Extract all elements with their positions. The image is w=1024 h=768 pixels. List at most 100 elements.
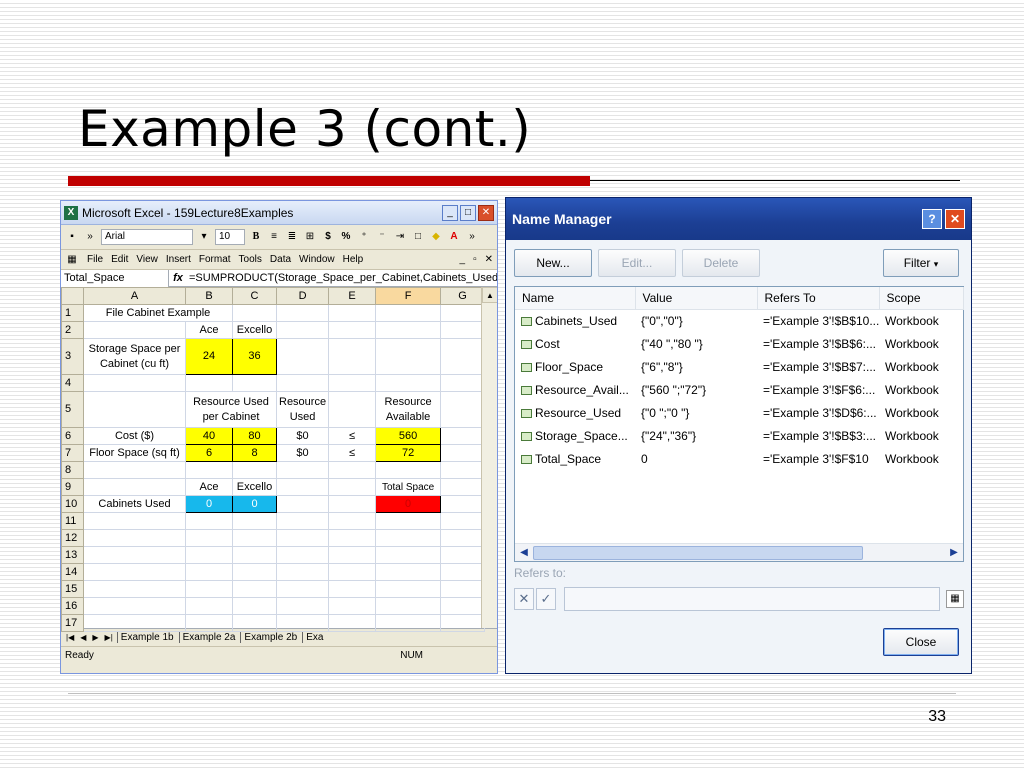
cell[interactable] bbox=[83, 461, 186, 479]
cell[interactable] bbox=[83, 321, 186, 339]
cell[interactable] bbox=[328, 391, 377, 428]
cell-b2[interactable]: Ace bbox=[185, 321, 233, 339]
menu-window[interactable]: Window bbox=[299, 254, 335, 265]
cell-b5[interactable]: Resource Used per Cabinet bbox=[185, 391, 277, 428]
cell-f10-selected[interactable]: 0 bbox=[375, 495, 442, 513]
sheet-tab-example-2b[interactable]: Example 2b bbox=[240, 632, 300, 643]
cell[interactable] bbox=[83, 597, 186, 615]
cell[interactable] bbox=[185, 580, 233, 598]
cell[interactable] bbox=[375, 374, 442, 392]
cell[interactable] bbox=[328, 512, 377, 530]
cell-d5[interactable]: Resource Used bbox=[275, 391, 330, 428]
cell[interactable] bbox=[328, 546, 377, 564]
col-header-a[interactable]: A bbox=[83, 287, 186, 305]
cell-b10[interactable]: 0 bbox=[185, 495, 233, 513]
minimize-icon[interactable]: _ bbox=[442, 204, 458, 221]
name-row[interactable]: Resource_Used {"0 ";"0 "} ='Example 3'!$… bbox=[515, 401, 963, 424]
fx-icon[interactable]: fx bbox=[169, 272, 187, 284]
cell[interactable] bbox=[185, 563, 233, 581]
cell[interactable] bbox=[275, 529, 330, 547]
row-header[interactable]: 9 bbox=[61, 478, 84, 496]
cell[interactable] bbox=[440, 529, 486, 547]
cell[interactable] bbox=[375, 563, 442, 581]
cell-a6[interactable]: Cost ($) bbox=[83, 427, 186, 445]
cell[interactable] bbox=[232, 374, 277, 392]
cell[interactable] bbox=[185, 461, 233, 479]
cell[interactable] bbox=[83, 563, 186, 581]
row-header[interactable]: 12 bbox=[61, 529, 84, 547]
row-header[interactable]: 3 bbox=[61, 338, 84, 375]
fill-color-icon[interactable]: ◆ bbox=[429, 230, 443, 244]
dialog-close-icon[interactable]: ✕ bbox=[945, 209, 965, 229]
cell[interactable] bbox=[83, 580, 186, 598]
col-header-g[interactable]: G bbox=[440, 287, 486, 305]
cell[interactable] bbox=[232, 512, 277, 530]
column-header-scope[interactable]: Scope bbox=[879, 287, 964, 310]
workbook-restore-icon[interactable]: ▫ bbox=[473, 254, 477, 265]
name-box[interactable]: Total_Space bbox=[61, 269, 169, 287]
cell[interactable] bbox=[375, 597, 442, 615]
cell[interactable] bbox=[83, 374, 186, 392]
cell[interactable] bbox=[83, 614, 186, 632]
cell[interactable] bbox=[275, 478, 330, 496]
row-header[interactable]: 5 bbox=[61, 391, 84, 428]
percent-button[interactable]: % bbox=[339, 230, 353, 244]
bold-button[interactable]: B bbox=[249, 230, 263, 244]
cell[interactable] bbox=[440, 495, 486, 513]
row-header[interactable]: 15 bbox=[61, 580, 84, 598]
cell[interactable] bbox=[440, 614, 486, 632]
cell-a10[interactable]: Cabinets Used bbox=[83, 495, 186, 513]
borders-icon[interactable]: □ bbox=[411, 230, 425, 244]
name-row[interactable]: Resource_Avail... {"560 ";"72"} ='Exampl… bbox=[515, 378, 963, 401]
row-header[interactable]: 16 bbox=[61, 597, 84, 615]
cell[interactable] bbox=[275, 597, 330, 615]
cell-f6[interactable]: 560 bbox=[375, 427, 442, 445]
cell[interactable] bbox=[185, 529, 233, 547]
horizontal-scrollbar[interactable]: ◀ ▶ bbox=[515, 543, 963, 561]
cell[interactable] bbox=[375, 321, 442, 339]
cell-c9[interactable]: Excello bbox=[232, 478, 277, 496]
cell-c10[interactable]: 0 bbox=[232, 495, 277, 513]
menu-edit[interactable]: Edit bbox=[111, 254, 128, 265]
cell[interactable] bbox=[232, 580, 277, 598]
cell[interactable] bbox=[440, 391, 486, 428]
name-row[interactable]: Cabinets_Used {"0","0"} ='Example 3'!$B$… bbox=[515, 309, 963, 332]
scroll-up-icon[interactable]: ▲ bbox=[482, 287, 497, 303]
cell[interactable] bbox=[440, 546, 486, 564]
formula-input[interactable]: =SUMPRODUCT(Storage_Space_per_Cabinet,Ca… bbox=[187, 272, 497, 284]
cell-b9[interactable]: Ace bbox=[185, 478, 233, 496]
cell[interactable] bbox=[83, 512, 186, 530]
cell[interactable] bbox=[328, 321, 377, 339]
prev-sheet-icon[interactable]: ◀ bbox=[78, 633, 88, 642]
cell-b3[interactable]: 24 bbox=[185, 338, 233, 375]
cell-a3[interactable]: Storage Space per Cabinet (cu ft) bbox=[83, 338, 186, 375]
cell[interactable] bbox=[275, 461, 330, 479]
cell[interactable] bbox=[83, 478, 186, 496]
cell[interactable] bbox=[375, 614, 442, 632]
cell[interactable] bbox=[275, 546, 330, 564]
close-icon[interactable]: ✕ bbox=[478, 204, 494, 221]
scroll-thumb[interactable] bbox=[533, 546, 863, 560]
close-button[interactable]: Close bbox=[883, 628, 959, 656]
sheet-tab-example-1b[interactable]: Example 1b bbox=[116, 632, 177, 643]
vertical-scrollbar[interactable]: ▲ bbox=[481, 287, 497, 628]
cell[interactable] bbox=[232, 304, 277, 322]
menu-data[interactable]: Data bbox=[270, 254, 291, 265]
maximize-icon[interactable]: □ bbox=[460, 204, 476, 221]
col-header-f[interactable]: F bbox=[375, 287, 442, 305]
cell[interactable] bbox=[232, 461, 277, 479]
cell[interactable] bbox=[328, 614, 377, 632]
cell[interactable] bbox=[328, 478, 377, 496]
cell-f5[interactable]: Resource Available bbox=[375, 391, 442, 428]
cell[interactable] bbox=[83, 546, 186, 564]
row-header[interactable]: 4 bbox=[61, 374, 84, 392]
cell[interactable] bbox=[440, 321, 486, 339]
column-header-value[interactable]: Value bbox=[635, 287, 758, 310]
scroll-left-icon[interactable]: ◀ bbox=[516, 545, 532, 561]
cell[interactable] bbox=[375, 529, 442, 547]
menu-help[interactable]: Help bbox=[343, 254, 364, 265]
cell[interactable] bbox=[328, 529, 377, 547]
cell[interactable] bbox=[440, 580, 486, 598]
save-icon[interactable]: ▪ bbox=[65, 230, 79, 244]
cell-e6[interactable]: ≤ bbox=[328, 427, 377, 445]
